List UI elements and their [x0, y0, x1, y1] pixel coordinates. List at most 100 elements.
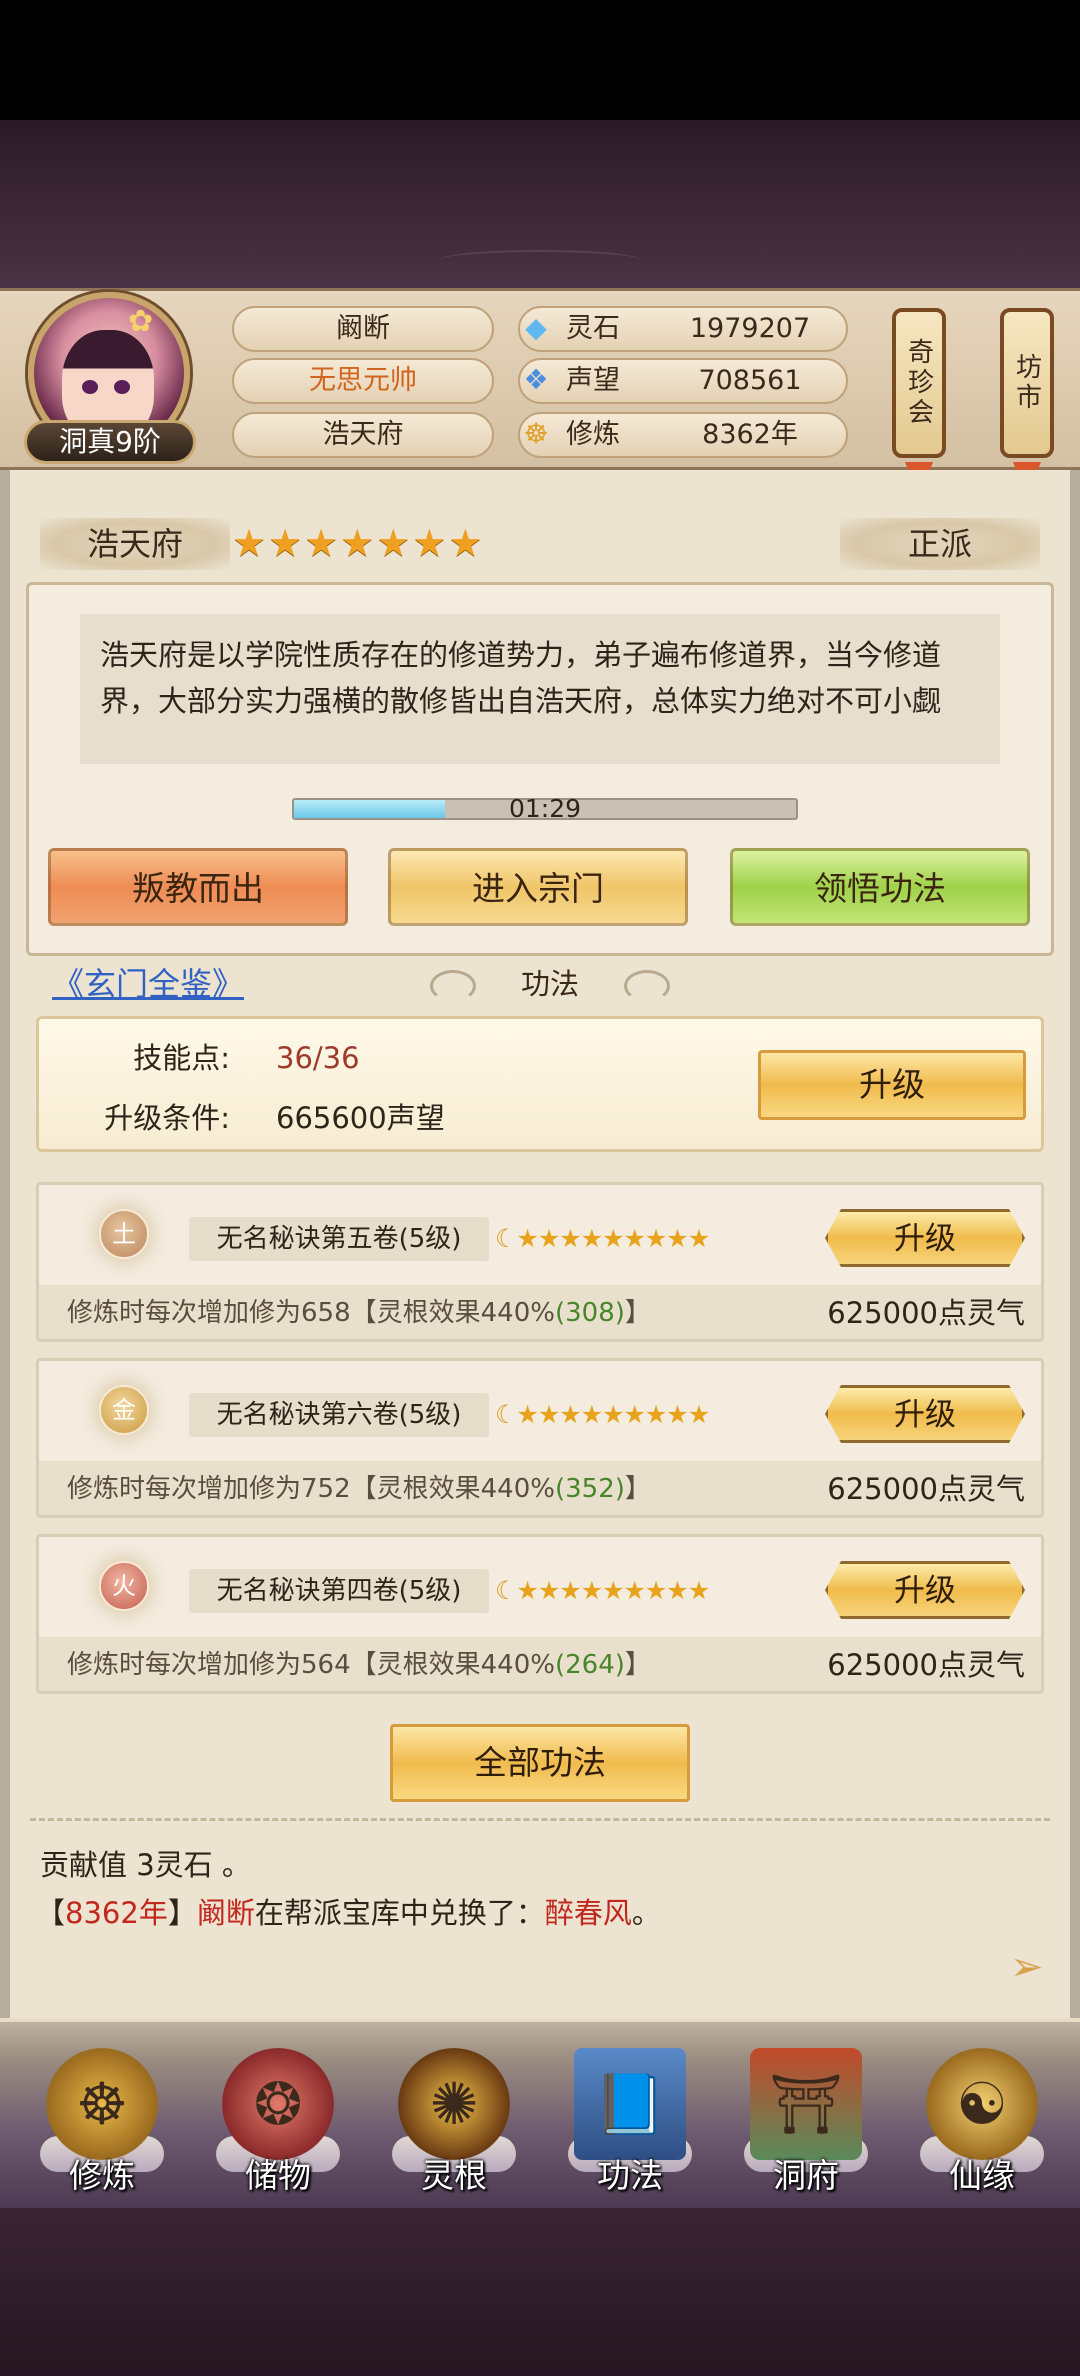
leave-sect-button[interactable]: 叛教而出	[48, 848, 348, 926]
book-icon: 📘	[574, 2048, 686, 2160]
all-techniques-button[interactable]: 全部功法	[390, 1724, 690, 1802]
technique-effect: 修炼时每次增加修为752【灵根效果440%(352)】	[67, 1469, 651, 1509]
resource-value: 708561	[698, 365, 802, 396]
resource-label: 灵石	[566, 313, 620, 344]
technique-upgrade-button[interactable]: 升级	[825, 1209, 1025, 1267]
gongfa-section-label: 功法	[520, 967, 579, 1001]
bag-icon: ❂	[222, 2048, 334, 2160]
technique-star-row: ★★★★★★★★★	[516, 1400, 710, 1429]
nav-label: 储物	[245, 2156, 311, 2195]
technique-effect-text: 修炼时每次增加修为658【灵根效果440%	[67, 1298, 555, 1328]
xuanmen-guide-link[interactable]: 《玄门全鉴》	[52, 962, 244, 1006]
technique-stars: ☾★★★★★★★★★	[495, 1221, 710, 1257]
nav-label: 仙缘	[949, 2156, 1015, 2195]
resource-value: 8362年	[702, 419, 798, 450]
technique-effect-end: 】	[624, 1298, 651, 1328]
technique-effect: 修炼时每次增加修为564【灵根效果440%(264)】	[67, 1645, 651, 1685]
technique-card: 土 无名秘诀第五卷(5级) ☾★★★★★★★★★ 升级 修炼时每次增加修为658…	[36, 1182, 1044, 1342]
player-sect: 浩天府	[232, 412, 494, 458]
log-item: 醉春风	[544, 1896, 632, 1930]
resource-label: 声望	[566, 365, 620, 396]
technique-name: 无名秘诀第五卷(5级)	[189, 1217, 489, 1261]
log-text: 在帮派宝库中兑换了：	[254, 1896, 545, 1930]
technique-effect-bonus: (308)	[554, 1298, 625, 1328]
skill-points-label: 技能点:	[133, 1041, 230, 1075]
log-year: 8362年	[65, 1896, 168, 1930]
log-line: 【8362年】阚断在帮派宝库中兑换了：醉春风。	[36, 1892, 661, 1934]
technique-star-row: ★★★★★★★★★	[516, 1576, 710, 1605]
resource-prestige: ❖ 声望 708561	[518, 358, 848, 404]
cave-house-icon: ⛩	[750, 2048, 862, 2160]
gourd-icon: ☯	[926, 2048, 1038, 2160]
status-bar-area	[0, 0, 1080, 120]
log-end: 。	[631, 1896, 661, 1930]
resource-label: 修炼	[566, 419, 620, 450]
flower-icon: ✿	[128, 304, 154, 339]
technique-effect: 修炼时每次增加修为658【灵根效果440%(308)】	[67, 1293, 651, 1333]
technique-effect-end: 】	[624, 1474, 651, 1504]
technique-card: 金 无名秘诀第六卷(5级) ☾★★★★★★★★★ 升级 修炼时每次增加修为752…	[36, 1358, 1044, 1518]
rank-badge: 洞真9阶	[24, 420, 196, 464]
lantern-market[interactable]: 坊市	[1000, 308, 1054, 458]
avatar-eye	[114, 380, 130, 394]
technique-name: 无名秘诀第六卷(5级)	[189, 1393, 489, 1437]
log-bracket: 】	[167, 1896, 197, 1930]
resource-cultivation: ☸ 修炼 8362年	[518, 412, 848, 458]
nav-label: 修炼	[69, 2156, 135, 2195]
log-bracket: 【	[36, 1896, 66, 1930]
earth-element-icon: 土	[99, 1209, 149, 1259]
avatar-eye	[82, 380, 98, 394]
technique-upgrade-button[interactable]: 升级	[825, 1561, 1025, 1619]
sect-name: 浩天府	[40, 518, 230, 570]
top-decor-band	[0, 120, 1080, 288]
nav-spirit-root[interactable]: ✺ 灵根	[374, 2038, 534, 2208]
fire-element-icon: 火	[99, 1561, 149, 1611]
upgrade-skill-points-button[interactable]: 升级	[758, 1050, 1026, 1120]
nav-cultivate[interactable]: ☸ 修炼	[22, 2038, 182, 2208]
technique-stars: ☾★★★★★★★★★	[495, 1397, 710, 1433]
player-name: 阚断	[232, 306, 494, 352]
next-arrow-icon[interactable]: ➢	[1010, 1944, 1044, 1990]
technique-cost: 625000点灵气	[827, 1296, 1025, 1330]
comprehend-technique-button[interactable]: 领悟功法	[730, 848, 1030, 926]
technique-cost: 625000点灵气	[827, 1472, 1025, 1506]
spirit-root-icon: ✺	[398, 2048, 510, 2160]
resource-value: 1979207	[689, 313, 811, 344]
upgrade-condition-value: 665600声望	[276, 1101, 445, 1135]
technique-name: 无名秘诀第四卷(5级)	[189, 1569, 489, 1613]
spirit-stone-icon: ◆	[525, 311, 547, 344]
nav-label: 洞府	[773, 2156, 839, 2195]
nav-fate[interactable]: ☯ 仙缘	[902, 2038, 1062, 2208]
gongfa-section-title: 功法	[430, 962, 670, 1006]
moon-icon: ☾	[495, 1400, 517, 1429]
divider	[30, 1818, 1050, 1826]
nav-cave-house[interactable]: ⛩ 洞府	[726, 2038, 886, 2208]
nav-storage[interactable]: ❂ 储物	[198, 2038, 358, 2208]
technique-stars: ☾★★★★★★★★★	[495, 1573, 710, 1609]
nav-techniques[interactable]: 📘 功法	[550, 2038, 710, 2208]
technique-cost: 625000点灵气	[827, 1648, 1025, 1682]
technique-effect-bonus: (352)	[554, 1474, 625, 1504]
bottom-decor	[0, 2208, 1080, 2376]
enter-sect-button[interactable]: 进入宗门	[388, 848, 688, 926]
player-title: 无思元帅	[232, 358, 494, 404]
log-line: 贡献值 3灵石 。	[40, 1848, 251, 1882]
moon-icon: ☾	[495, 1576, 517, 1605]
timer-text: 01:29	[508, 794, 582, 823]
nav-label: 功法	[597, 2156, 663, 2195]
upgrade-condition-label: 升级条件:	[104, 1101, 230, 1135]
technique-star-row: ★★★★★★★★★	[516, 1224, 710, 1253]
skill-points-value: 36/36	[276, 1041, 360, 1075]
prestige-icon: ❖	[523, 363, 549, 396]
sect-stars: ★★★★★★★	[232, 521, 485, 565]
lantern-treasure-fair[interactable]: 奇珍会	[892, 308, 946, 458]
technique-effect-text: 修炼时每次增加修为564【灵根效果440%	[67, 1650, 555, 1680]
nav-label: 灵根	[421, 2156, 487, 2195]
sect-alignment: 正派	[840, 518, 1040, 570]
technique-effect-text: 修炼时每次增加修为752【灵根效果440%	[67, 1474, 555, 1504]
technique-effect-bonus: (264)	[554, 1650, 625, 1680]
technique-card: 火 无名秘诀第四卷(5级) ☾★★★★★★★★★ 升级 修炼时每次增加修为564…	[36, 1534, 1044, 1694]
log-player: 阚断	[196, 1896, 255, 1930]
sect-description: 浩天府是以学院性质存在的修道势力，弟子遍布修道界，当今修道界，大部分实力强横的散…	[80, 614, 1000, 764]
technique-upgrade-button[interactable]: 升级	[825, 1385, 1025, 1443]
